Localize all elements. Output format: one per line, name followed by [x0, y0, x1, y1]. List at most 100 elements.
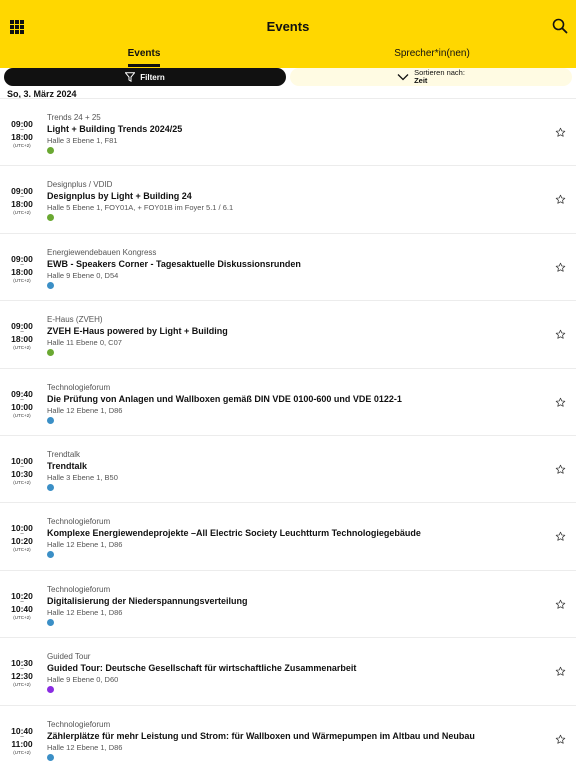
star-icon[interactable]	[555, 397, 566, 408]
time-block: 09:00–18:00 (UTC+2)	[0, 254, 44, 284]
event-title: Designplus by Light + Building 24	[47, 191, 192, 202]
event-location: Halle 9 Ebene 0, D54	[47, 270, 119, 280]
timezone-label: (UTC+2)	[13, 345, 31, 351]
event-location: Halle 5 Ebene 1, FOY01A, + FOY01B im Foy…	[47, 203, 234, 213]
star-icon[interactable]	[555, 531, 566, 542]
event-row[interactable]: 09:00–18:00 (UTC+2) Energiewendebauen Kong…	[0, 232, 576, 301]
filter-label: Filtern	[140, 72, 165, 82]
time-block: 09:00–18:00 (UTC+2)	[0, 186, 44, 216]
timezone-label: (UTC+2)	[13, 277, 31, 283]
event-category: E-Haus (ZVEH)	[47, 315, 103, 325]
event-category: Guided Tour	[47, 652, 91, 662]
event-title: Zählerplätze für mehr Leistung und Strom…	[47, 730, 475, 741]
event-title: Digitalisierung der Niederspannungsverte…	[47, 595, 248, 606]
end-time: 10:30	[11, 468, 33, 479]
filter-sort-bar: Filtern Sortieren nach: Zeit	[0, 68, 576, 87]
star-icon[interactable]	[555, 262, 566, 273]
star-icon[interactable]	[555, 734, 566, 745]
star-icon[interactable]	[555, 127, 566, 138]
timezone-label: (UTC+2)	[13, 143, 31, 148]
category-color-dot	[47, 214, 54, 222]
star-icon[interactable]	[555, 464, 566, 475]
search-icon[interactable]	[552, 18, 568, 34]
end-time: 18:00	[11, 199, 33, 210]
event-category: Trends 24 + 25	[47, 113, 101, 122]
timezone-label: (UTC+2)	[13, 210, 31, 216]
time-block: 10:00–10:20 (UTC+2)	[0, 523, 44, 553]
event-location: Halle 12 Ebene 1, D86	[47, 742, 123, 752]
star-icon[interactable]	[555, 194, 566, 205]
timezone-label: (UTC+2)	[13, 479, 31, 485]
end-time: 18:00	[11, 132, 33, 142]
category-color-dot	[47, 753, 54, 761]
event-category: Technologieforum	[47, 584, 111, 594]
event-row[interactable]: 10:30–12:30 (UTC+2) Guided Tour Guided Tour…	[0, 637, 576, 705]
event-title: Light + Building Trends 2024/25	[47, 124, 183, 134]
time-block: 10:30–12:30 (UTC+2)	[0, 658, 44, 688]
time-block: 09:40–10:00 (UTC+2)	[0, 389, 44, 419]
event-location: Halle 3 Ebene 1, B50	[47, 472, 118, 482]
event-title: Trendtalk	[47, 460, 88, 471]
event-row[interactable]: 09:00–18:00 (UTC+2) E-Haus (ZVEH) ZVEH E-Ha…	[0, 300, 576, 368]
category-color-dot	[47, 686, 54, 694]
event-location: Halle 12 Ebene 1, D86	[47, 405, 123, 415]
app-header: Events Events Sprecher*in(nen)	[0, 0, 576, 68]
chevron-down-icon	[397, 74, 409, 81]
category-color-dot	[47, 147, 54, 154]
event-title: ZVEH E-Haus powered by Light + Building	[47, 326, 228, 337]
timezone-label: (UTC+2)	[13, 412, 31, 418]
event-category: Technologieforum	[47, 382, 111, 392]
star-icon[interactable]	[555, 666, 566, 677]
event-row[interactable]: 09:00–18:00 (UTC+2) Trends 24 + 25 Light + …	[0, 98, 576, 166]
star-icon[interactable]	[555, 599, 566, 610]
event-category: Technologieforum	[47, 719, 111, 729]
time-block: 10:40–11:00 (UTC+2)	[0, 726, 44, 756]
event-category: Designplus / VDID	[47, 180, 113, 190]
event-row[interactable]: 10:00–10:30 (UTC+2) Trendtalk Trendtalk Hall…	[0, 434, 576, 503]
end-time: 12:30	[11, 671, 33, 682]
tab-events[interactable]: Events	[0, 48, 288, 59]
end-time: 10:00	[11, 401, 33, 412]
event-category: Trendtalk	[47, 449, 81, 459]
filter-icon	[125, 72, 136, 82]
end-time: 11:00	[11, 738, 33, 749]
time-block: 09:00–18:00 (UTC+2)	[0, 321, 44, 351]
event-title: EWB - Speakers Corner - Tagesaktuelle Di…	[47, 258, 301, 269]
event-title: Guided Tour: Deutsche Gesellschaft für w…	[47, 663, 357, 674]
category-color-dot	[47, 551, 54, 559]
event-row[interactable]: 10:00–10:20 (UTC+2) Technologieforum Komple…	[0, 502, 576, 570]
time-block: 10:00–10:30 (UTC+2)	[0, 456, 44, 486]
timezone-label: (UTC+2)	[13, 682, 31, 688]
tab-speakers[interactable]: Sprecher*in(nen)	[288, 48, 576, 59]
event-row[interactable]: 10:20–10:40 (UTC+2) Technologieforum Digita…	[0, 569, 576, 638]
event-row[interactable]: 09:00–18:00 (UTC+2) Designplus / VDID Desig…	[0, 165, 576, 233]
category-color-dot	[47, 618, 54, 626]
category-color-dot	[47, 349, 54, 357]
end-time: 10:20	[11, 536, 33, 547]
tab-selected-indicator	[128, 64, 160, 67]
category-color-dot	[47, 281, 54, 289]
timezone-label: (UTC+2)	[13, 547, 31, 553]
category-color-dot	[47, 416, 54, 424]
event-list: 09:00–18:00 (UTC+2) Trends 24 + 25 Light + …	[0, 98, 576, 768]
end-time: 18:00	[11, 334, 33, 345]
sort-value: Zeit	[414, 76, 428, 85]
timezone-label: (UTC+2)	[13, 614, 31, 620]
star-icon[interactable]	[555, 329, 566, 340]
time-block: 09:00–18:00 (UTC+2)	[0, 119, 44, 149]
category-color-dot	[47, 483, 54, 491]
event-location: Halle 3 Ebene 1, F81	[47, 136, 118, 145]
event-location: Halle 12 Ebene 1, D86	[47, 540, 123, 550]
event-category: Energiewendebauen Kongress	[47, 247, 157, 257]
page-title: Events	[266, 19, 310, 34]
timezone-label: (UTC+2)	[13, 749, 31, 755]
event-row[interactable]: 09:40–10:00 (UTC+2) Technologieforum Die Pr…	[0, 367, 576, 435]
end-time: 10:40	[11, 603, 33, 614]
event-location: Halle 12 Ebene 1, D86	[47, 607, 123, 617]
filter-button[interactable]: Filtern	[4, 68, 286, 86]
event-row[interactable]: 10:40–11:00 (UTC+2) Technologieforum Zähler…	[0, 704, 576, 768]
event-location: Halle 11 Ebene 0, C07	[47, 338, 122, 348]
sort-button[interactable]: Sortieren nach: Zeit	[290, 68, 572, 86]
event-title: Komplexe Energiewendeprojekte –All Elect…	[47, 528, 421, 539]
event-title: Die Prüfung von Anlagen und Wallboxen ge…	[47, 393, 402, 404]
